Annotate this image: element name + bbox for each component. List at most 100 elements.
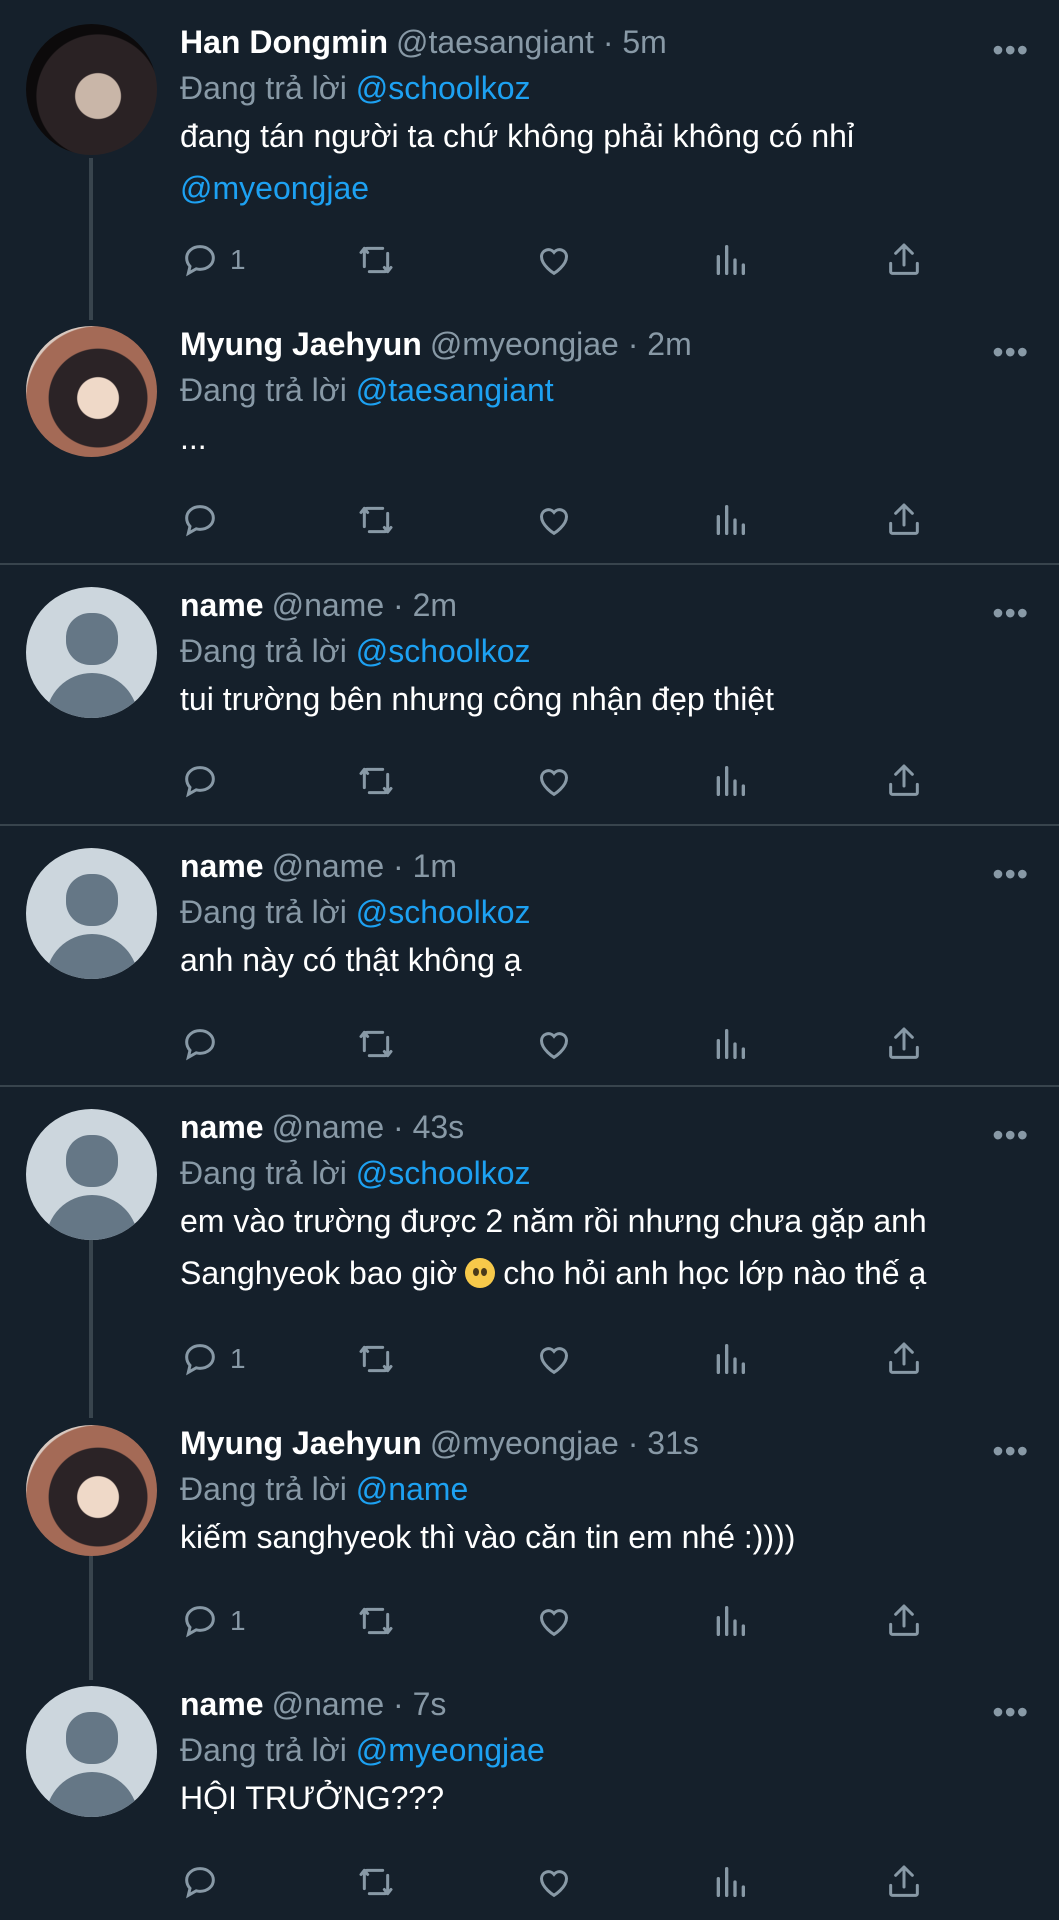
- share-icon: [884, 761, 924, 801]
- analytics-button[interactable]: [710, 1337, 750, 1381]
- tweet[interactable]: name @name · 7s ••• Đang trả lời @myeongj…: [0, 1676, 1059, 1920]
- retweet-button[interactable]: [356, 1022, 396, 1066]
- handle-and-time[interactable]: @name · 43s: [272, 1109, 465, 1145]
- tweet-text: HỘI TRƯỞNG???: [180, 1780, 445, 1816]
- share-button[interactable]: [884, 1599, 924, 1643]
- like-button[interactable]: [534, 1337, 574, 1381]
- avatar[interactable]: [26, 587, 157, 718]
- tweet[interactable]: name @name · 2m ••• Đang trả lời @schoolk…: [0, 577, 1059, 827]
- replying-to: Đang trả lời @schoolkoz: [180, 70, 531, 107]
- tweet[interactable]: name @name · 43s ••• Đang trả lời @school…: [0, 1099, 1059, 1399]
- avatar[interactable]: [26, 326, 157, 457]
- replying-to: Đang trả lời @name: [180, 1471, 468, 1508]
- reply-mention[interactable]: @schoolkoz: [356, 70, 531, 106]
- handle-and-time[interactable]: @name · 1m: [272, 848, 457, 884]
- share-icon: [884, 1024, 924, 1064]
- share-button[interactable]: [884, 498, 924, 542]
- analytics-button[interactable]: [710, 1022, 750, 1066]
- reply-mention[interactable]: @myeongjae: [356, 1732, 545, 1768]
- heart-icon: [534, 1862, 574, 1902]
- avatar[interactable]: [26, 1686, 157, 1817]
- tweet[interactable]: Myung Jaehyun @myeongjae · 31s ••• Đang t…: [0, 1415, 1059, 1685]
- like-button[interactable]: [534, 238, 574, 282]
- reply-button[interactable]: 1: [180, 1337, 246, 1381]
- tweet-header: name @name · 43s: [180, 1109, 464, 1146]
- tweet[interactable]: name @name · 1m ••• Đang trả lời @schoolk…: [0, 838, 1059, 1088]
- retweet-button[interactable]: [356, 1337, 396, 1381]
- replying-to: Đang trả lời @taesangiant: [180, 372, 554, 409]
- display-name[interactable]: name: [180, 587, 264, 623]
- display-name[interactable]: name: [180, 1109, 264, 1145]
- reply-mention[interactable]: @schoolkoz: [356, 1155, 531, 1191]
- retweet-button[interactable]: [356, 498, 396, 542]
- share-button[interactable]: [884, 1022, 924, 1066]
- share-icon: [884, 500, 924, 540]
- retweet-button[interactable]: [356, 1599, 396, 1643]
- reply-button[interactable]: [180, 1022, 220, 1066]
- avatar[interactable]: [26, 1109, 157, 1240]
- reply-button[interactable]: [180, 498, 220, 542]
- display-name[interactable]: Myung Jaehyun: [180, 326, 422, 362]
- reply-mention[interactable]: @taesangiant: [356, 372, 554, 408]
- analytics-button[interactable]: [710, 759, 750, 803]
- display-name[interactable]: Myung Jaehyun: [180, 1425, 422, 1461]
- avatar[interactable]: [26, 24, 157, 155]
- more-icon[interactable]: •••: [992, 334, 1029, 371]
- share-button[interactable]: [884, 1337, 924, 1381]
- reply-button[interactable]: 1: [180, 1599, 246, 1643]
- handle-and-time[interactable]: @myeongjae · 2m: [430, 326, 692, 362]
- analytics-button[interactable]: [710, 1599, 750, 1643]
- avatar[interactable]: [26, 1425, 157, 1556]
- heart-icon: [534, 500, 574, 540]
- tweet[interactable]: Han Dongmin @taesangiant · 5m ••• Đang tr…: [0, 14, 1059, 284]
- reply-mention[interactable]: @name: [356, 1471, 469, 1507]
- reply-prefix: Đang trả lời: [180, 633, 347, 669]
- avatar[interactable]: [26, 848, 157, 979]
- display-name[interactable]: Han Dongmin: [180, 24, 388, 60]
- handle-and-time[interactable]: @name · 7s: [272, 1686, 447, 1722]
- more-icon[interactable]: •••: [992, 1433, 1029, 1470]
- reply-button[interactable]: 1: [180, 238, 246, 282]
- display-name[interactable]: name: [180, 1686, 264, 1722]
- mention-link[interactable]: @myeongjae: [180, 162, 854, 214]
- tweet[interactable]: Myung Jaehyun @myeongjae · 2m ••• Đang tr…: [0, 316, 1059, 566]
- reply-count: 1: [230, 1605, 246, 1636]
- analytics-button[interactable]: [710, 238, 750, 282]
- reply-count: 1: [230, 1343, 246, 1374]
- like-button[interactable]: [534, 1860, 574, 1904]
- reply-mention[interactable]: @schoolkoz: [356, 894, 531, 930]
- analytics-button[interactable]: [710, 498, 750, 542]
- text-segment: cho hỏi anh học lớp nào thế ạ: [503, 1255, 927, 1291]
- share-icon: [884, 1339, 924, 1379]
- reply-button[interactable]: [180, 759, 220, 803]
- reply-icon: [180, 1339, 220, 1379]
- action-bar: [180, 1022, 940, 1066]
- share-button[interactable]: [884, 238, 924, 282]
- more-icon[interactable]: •••: [992, 1117, 1029, 1154]
- display-name[interactable]: name: [180, 848, 264, 884]
- reply-button[interactable]: [180, 1860, 220, 1904]
- like-button[interactable]: [534, 1599, 574, 1643]
- handle-and-time[interactable]: @taesangiant · 5m: [396, 24, 667, 60]
- more-icon[interactable]: •••: [992, 32, 1029, 69]
- more-icon[interactable]: •••: [992, 856, 1029, 893]
- analytics-button[interactable]: [710, 1860, 750, 1904]
- handle-and-time[interactable]: @myeongjae · 31s: [430, 1425, 699, 1461]
- like-button[interactable]: [534, 759, 574, 803]
- reply-prefix: Đang trả lời: [180, 1155, 347, 1191]
- tweet-header: Myung Jaehyun @myeongjae · 31s: [180, 1425, 699, 1462]
- more-icon[interactable]: •••: [992, 1694, 1029, 1731]
- share-button[interactable]: [884, 759, 924, 803]
- handle-and-time[interactable]: @name · 2m: [272, 587, 457, 623]
- action-bar: [180, 498, 940, 542]
- retweet-button[interactable]: [356, 1860, 396, 1904]
- like-button[interactable]: [534, 1022, 574, 1066]
- more-icon[interactable]: •••: [992, 595, 1029, 632]
- reply-mention[interactable]: @schoolkoz: [356, 633, 531, 669]
- share-button[interactable]: [884, 1860, 924, 1904]
- retweet-button[interactable]: [356, 238, 396, 282]
- analytics-icon: [710, 1024, 750, 1064]
- pleading-face-emoji: [465, 1258, 496, 1288]
- like-button[interactable]: [534, 498, 574, 542]
- retweet-button[interactable]: [356, 759, 396, 803]
